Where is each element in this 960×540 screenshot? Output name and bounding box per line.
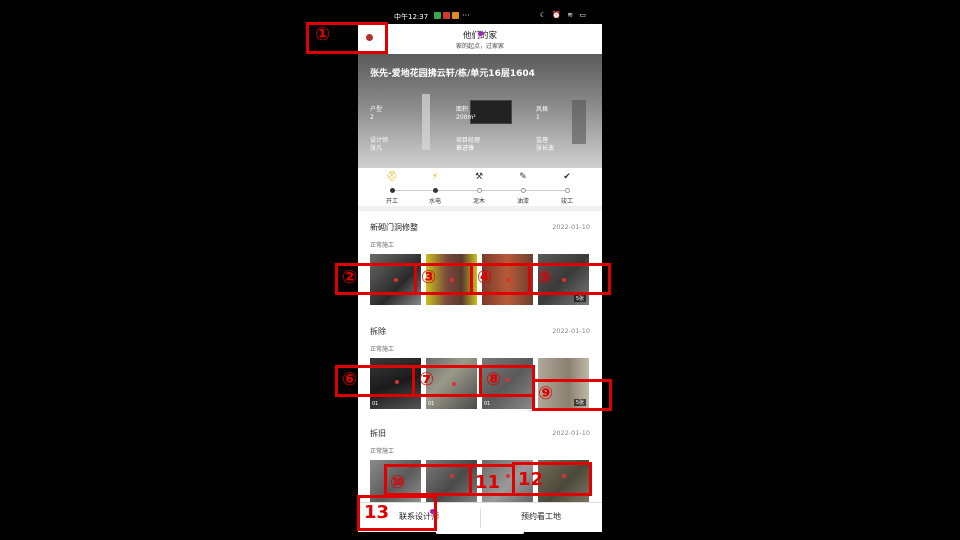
project-address: 张先-爱地花园拂云轩/栋/单元16层1604	[370, 69, 535, 79]
info-value: 200m²	[456, 114, 476, 121]
info-supervisor: 监理 张长波	[536, 137, 554, 153]
annotation-number: 11	[475, 472, 501, 493]
section-title: 新砌门洞修整	[370, 223, 418, 232]
section-date: 2022-01-10	[552, 429, 590, 437]
status-time: 中午12:37	[394, 13, 429, 21]
stage-label: 竣工	[560, 198, 573, 205]
check-icon: ✔	[563, 172, 571, 182]
brush-icon: ✎	[519, 172, 527, 182]
stage-plumbing-electric[interactable]: ⚡ 水电	[420, 172, 450, 205]
photo-tag: 01	[428, 401, 435, 407]
app-notification-icon	[443, 12, 450, 19]
stage-label: 油漆	[516, 198, 529, 205]
info-label: 风格	[536, 106, 549, 113]
hammer-icon: ⚒	[474, 172, 484, 182]
touch-marker	[478, 31, 483, 36]
stage-dot	[520, 188, 526, 193]
info-layout: 户型 2	[370, 106, 382, 122]
section-title: 拆旧	[370, 429, 386, 438]
book-site-visit-button[interactable]: 预约看工地	[480, 503, 602, 532]
info-value: 张长波	[536, 145, 555, 152]
annotation-number: 12	[518, 469, 544, 490]
helmet-icon: ⛑	[386, 172, 398, 182]
more-notifications-icon: ···	[462, 11, 470, 20]
info-value: 2	[370, 114, 374, 121]
app-header: 他们的家 家的起点，过家家	[358, 24, 602, 54]
stage-dot	[432, 188, 438, 193]
annotation-number: ③	[421, 267, 437, 288]
info-value: 张凡	[370, 145, 383, 152]
section-status: 正常施工	[370, 242, 395, 249]
annotation-number: ①	[315, 24, 331, 45]
stage-completion[interactable]: ✔ 竣工	[552, 172, 582, 205]
annotation-number: ②	[342, 267, 358, 288]
info-style: 风格 1	[536, 106, 548, 122]
annotation-number: ⑦	[419, 369, 435, 390]
page-subtitle: 家的起点，过家家	[455, 43, 504, 50]
info-label: 户型	[370, 106, 383, 113]
stage-carpentry[interactable]: ⚒ 泥木	[464, 172, 494, 205]
construction-progress: ⛑ 开工 ⚡ 水电 ⚒ 泥木 ✎ 油漆 ✔ 竣工	[358, 168, 602, 206]
stage-label: 泥木	[472, 198, 485, 205]
banner-tv	[470, 100, 512, 124]
info-project-manager: 项目经理 章进锋	[456, 137, 480, 153]
stage-dot	[564, 188, 570, 193]
annotation-box	[470, 263, 473, 295]
photo-tag: 01	[484, 401, 491, 407]
stage-painting[interactable]: ✎ 油漆	[508, 172, 538, 205]
info-label: 监理	[536, 137, 549, 144]
project-banner: 张先-爱地花园拂云轩/栋/单元16层1604 户型 2 面积 200m² 风格 …	[358, 54, 602, 168]
annotation-number: ⑩	[390, 472, 406, 493]
app-notification-icon	[452, 12, 459, 19]
annotation-number: ⑤	[537, 267, 553, 288]
stage-label: 水电	[428, 198, 441, 205]
info-designer: 设计师 张凡	[370, 137, 388, 153]
banner-plant	[572, 100, 586, 144]
info-area: 面积 200m²	[456, 106, 476, 122]
annotation-number: 13	[364, 502, 390, 523]
system-icons: ☾ ⏰ ≋ ▭	[539, 11, 588, 19]
home-indicator	[436, 531, 524, 534]
wechat-icon	[434, 12, 441, 19]
annotation-box	[528, 263, 531, 295]
annotation-number: ⑥	[342, 369, 358, 390]
status-bar: 中午12:37 ··· ☾ ⏰ ≋ ▭	[358, 8, 602, 24]
photo-tag: 01	[372, 401, 379, 407]
divider	[358, 206, 602, 211]
annotation-number: ⑧	[486, 369, 502, 390]
info-label: 设计师	[370, 137, 389, 144]
annotation-number: ⑨	[538, 383, 554, 404]
info-label: 项目经理	[456, 137, 481, 144]
plug-icon: ⚡	[431, 172, 439, 182]
section-date: 2022-01-10	[552, 327, 590, 335]
annotation-box	[335, 263, 611, 295]
annotation-box	[414, 263, 417, 295]
stage-start[interactable]: ⛑ 开工	[377, 172, 407, 205]
stage-dot	[389, 188, 395, 193]
banner-pillar	[422, 94, 430, 150]
annotation-number: ④	[477, 267, 493, 288]
section-date: 2022-01-10	[552, 223, 590, 231]
stage-label: 开工	[385, 198, 398, 205]
section-status: 正常施工	[370, 448, 395, 455]
info-value: 章进锋	[456, 145, 475, 152]
stage-dot	[476, 188, 482, 193]
info-label: 面积	[456, 106, 469, 113]
photo-count-badge: 5张	[573, 295, 586, 302]
section-status: 正常施工	[370, 346, 395, 353]
section-title: 拆除	[370, 327, 386, 336]
info-value: 1	[536, 114, 540, 121]
